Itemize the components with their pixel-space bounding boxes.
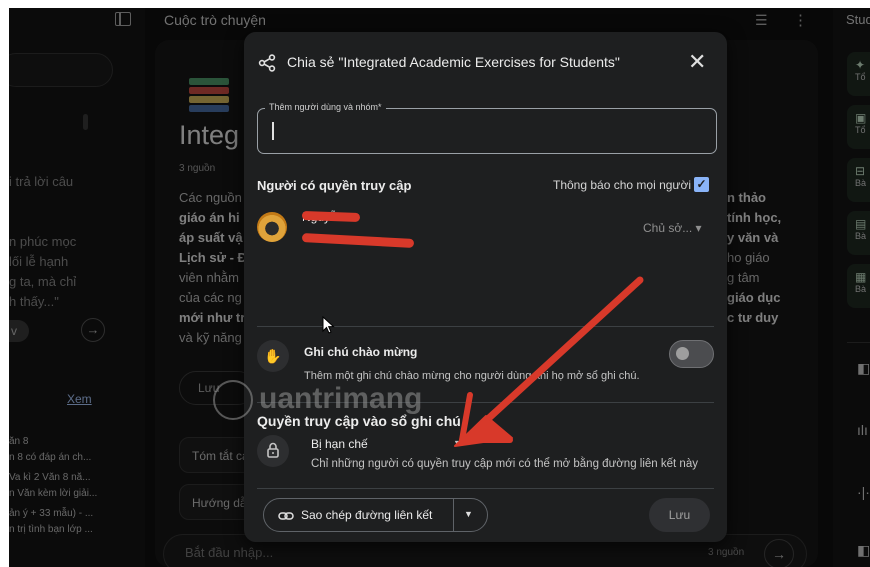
annotation-arrow: [454, 276, 644, 447]
